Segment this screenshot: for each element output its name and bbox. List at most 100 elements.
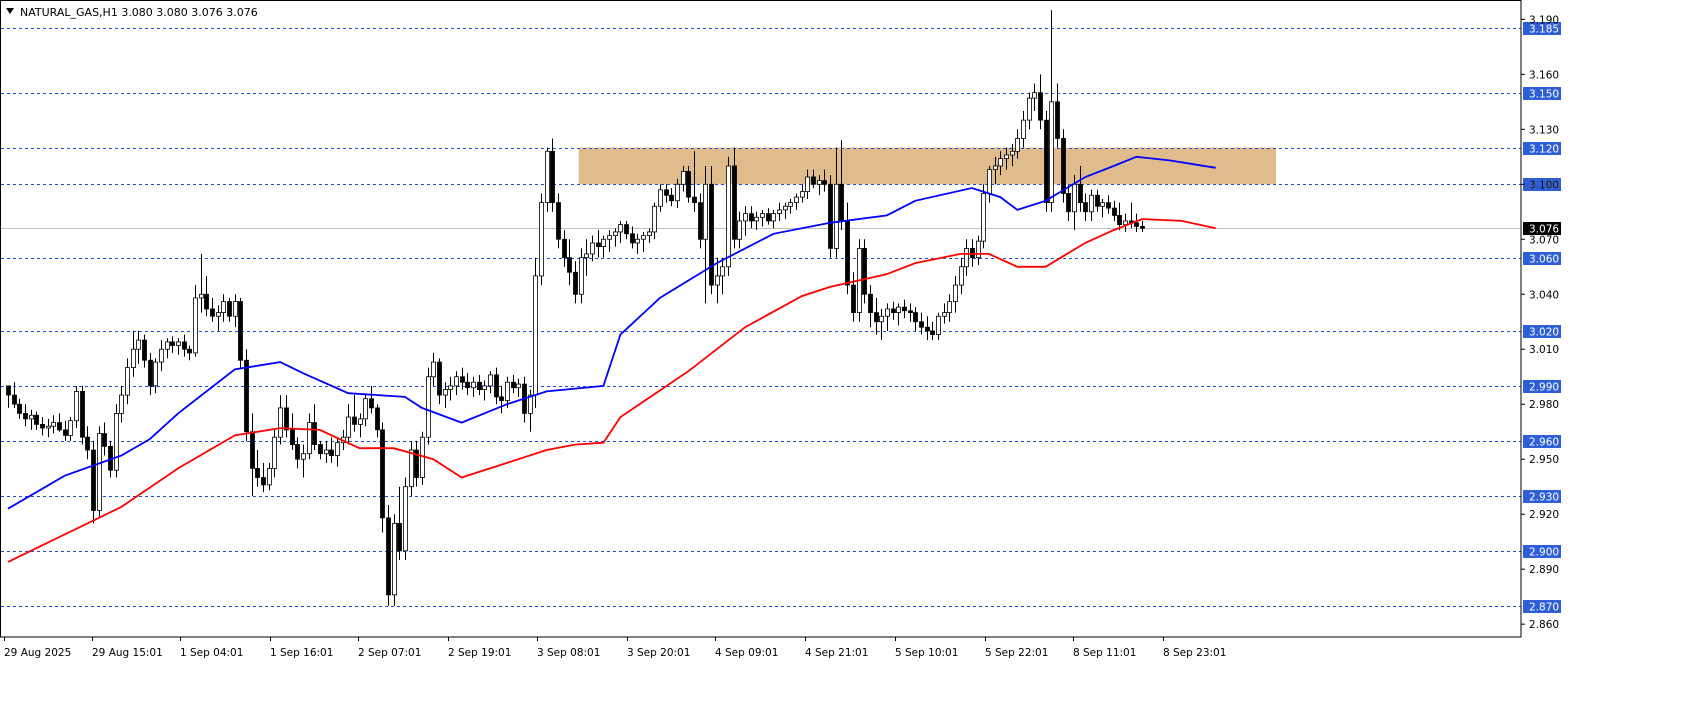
- candle-body: [919, 321, 924, 328]
- candle: [324, 440, 329, 463]
- level-tag-label: 3.120: [1529, 144, 1559, 156]
- x-tick-label: 8 Sep 11:01: [1073, 647, 1136, 659]
- candle: [193, 285, 198, 357]
- candle: [879, 308, 884, 341]
- candle: [272, 429, 277, 478]
- level-tag-label: 2.960: [1529, 437, 1559, 449]
- candle-body: [1106, 202, 1111, 209]
- candle: [392, 514, 397, 606]
- candle: [743, 206, 748, 236]
- candle-body: [267, 467, 272, 486]
- candle: [227, 297, 232, 322]
- candle-body: [686, 171, 691, 198]
- candle: [307, 413, 312, 460]
- price-chart[interactable]: 3.1853.1503.1203.1003.0603.0202.9902.960…: [0, 0, 1686, 713]
- candle: [942, 303, 947, 324]
- candle-body: [998, 158, 1003, 167]
- candle: [358, 413, 363, 438]
- x-tick-label: 29 Aug 2025: [4, 647, 71, 659]
- candle-body: [664, 189, 669, 196]
- candle: [573, 261, 578, 304]
- candle: [1134, 213, 1139, 232]
- candle-body: [624, 224, 629, 235]
- candle: [131, 330, 136, 377]
- candle-body: [1038, 92, 1043, 121]
- candle-body: [1117, 215, 1122, 226]
- candle-body: [732, 165, 737, 240]
- candle-body: [607, 235, 612, 240]
- candle: [936, 312, 941, 341]
- candle-body: [431, 361, 436, 378]
- candle-body: [692, 196, 697, 204]
- candle: [686, 165, 691, 203]
- candle-body: [1112, 207, 1117, 216]
- candle-body: [845, 220, 850, 286]
- candle-body: [533, 275, 538, 396]
- candle: [777, 202, 782, 221]
- x-tick-label: 3 Sep 08:01: [537, 647, 600, 659]
- candle-body: [1015, 138, 1020, 152]
- candle: [80, 385, 85, 445]
- candle-body: [482, 385, 487, 390]
- x-tick-label: 29 Aug 15:01: [92, 647, 163, 659]
- candle-body: [284, 407, 289, 431]
- candle-body: [573, 271, 578, 295]
- candle: [737, 211, 742, 249]
- candle: [749, 206, 754, 229]
- candle: [267, 462, 272, 491]
- y-tick-label: 2.950: [1529, 454, 1559, 466]
- candle: [584, 239, 589, 276]
- candle-body: [238, 301, 243, 361]
- candle-body: [913, 312, 918, 323]
- candle: [204, 275, 209, 317]
- candle: [851, 272, 856, 322]
- candle-body: [749, 213, 754, 222]
- candle: [6, 385, 11, 408]
- candle: [862, 239, 867, 304]
- candle-body: [80, 390, 85, 438]
- candle: [187, 345, 192, 361]
- candle-body: [488, 374, 493, 387]
- symbol-info: NATURAL_GAS,H1 3.080 3.080 3.076 3.076: [20, 6, 258, 19]
- candle: [148, 352, 153, 396]
- candle-body: [794, 196, 799, 204]
- candle-body: [465, 381, 470, 389]
- candle-body: [743, 213, 748, 222]
- candle-body: [216, 312, 221, 317]
- y-tick-label: 2.980: [1529, 399, 1559, 411]
- candle-body: [34, 414, 39, 425]
- candle-body: [788, 202, 793, 207]
- candle: [556, 193, 561, 249]
- candle-body: [754, 216, 759, 222]
- candle: [601, 235, 606, 258]
- candle-body: [380, 429, 385, 519]
- candle-body: [397, 522, 402, 552]
- candle-body: [57, 422, 62, 431]
- candle: [159, 340, 164, 372]
- candle: [613, 228, 618, 247]
- candle-body: [947, 301, 952, 313]
- candle: [533, 257, 538, 408]
- candle-body: [1044, 119, 1049, 204]
- candle-body: [23, 412, 28, 420]
- symbol-dropdown-icon[interactable]: [6, 8, 14, 14]
- candle: [1044, 110, 1049, 212]
- candle-body: [471, 381, 476, 389]
- candle-body: [255, 467, 260, 478]
- candle: [669, 187, 674, 207]
- candle-body: [641, 235, 646, 240]
- candle: [284, 395, 289, 438]
- candle-body: [136, 339, 141, 350]
- current-price-label: 3.076: [1529, 224, 1559, 236]
- candle-body: [1032, 92, 1037, 99]
- candle-body: [817, 180, 822, 185]
- y-tick-label: 3.040: [1529, 289, 1559, 301]
- candle-layer: [6, 10, 1145, 606]
- candle: [312, 404, 317, 451]
- level-tag-label: 2.930: [1529, 492, 1559, 504]
- candle-body: [647, 231, 652, 237]
- candle: [788, 198, 793, 214]
- candle: [255, 450, 260, 487]
- candle-body: [771, 213, 776, 222]
- candle: [454, 371, 459, 396]
